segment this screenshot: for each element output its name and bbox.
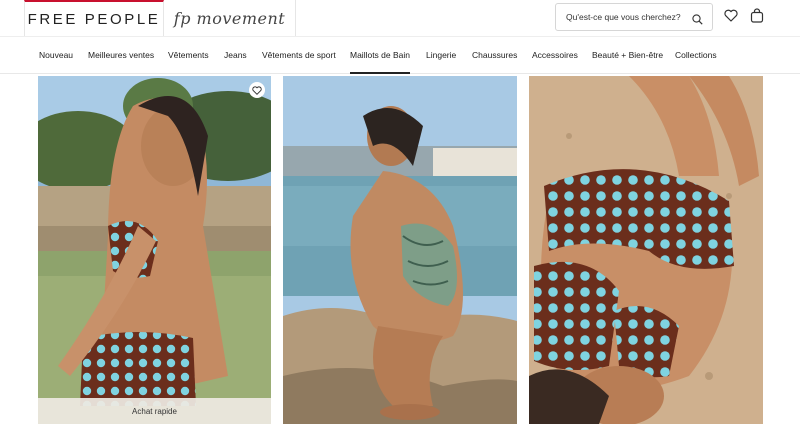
sub-brand-logo[interactable]: fp movement <box>174 9 285 28</box>
nav-item-beaute-bien-etre[interactable]: Beauté + Bien-être <box>592 37 663 74</box>
nav-item-chaussures[interactable]: Chaussures <box>472 37 517 74</box>
search-box[interactable] <box>555 3 713 31</box>
product-card[interactable]: Achat rapide <box>38 76 271 424</box>
wishlist-button[interactable] <box>249 82 265 98</box>
nav-item-vetements-de-sport[interactable]: Vêtements de sport <box>262 37 336 74</box>
search-icon[interactable] <box>692 12 703 30</box>
product-card[interactable] <box>283 76 517 424</box>
shopping-bag-icon[interactable] <box>750 8 764 28</box>
sub-brand-tab[interactable]: fp movement <box>164 0 296 36</box>
nav-item-nouveau[interactable]: Nouveau <box>39 37 73 74</box>
product-image[interactable] <box>529 76 763 424</box>
search-input[interactable] <box>566 12 686 22</box>
nav-item-maillots-de-bain[interactable]: Maillots de Bain <box>350 37 411 74</box>
brand-tab[interactable]: FREE PEOPLE <box>24 0 164 36</box>
heart-icon[interactable] <box>252 85 262 95</box>
main-navigation: Nouveau Meilleures ventes Vêtements Jean… <box>0 36 800 74</box>
nav-item-jeans[interactable]: Jeans <box>224 37 247 74</box>
heart-icon[interactable] <box>724 9 738 27</box>
nav-item-accessoires[interactable]: Accessoires <box>532 37 578 74</box>
nav-item-meilleures-ventes[interactable]: Meilleures ventes <box>88 37 154 74</box>
quick-add-button[interactable]: Achat rapide <box>38 398 271 424</box>
top-bar: FREE PEOPLE fp movement <box>0 0 800 36</box>
nav-item-vetements[interactable]: Vêtements <box>168 37 209 74</box>
product-image[interactable] <box>38 76 271 424</box>
product-image[interactable] <box>283 76 517 424</box>
nav-item-collections[interactable]: Collections <box>675 37 717 74</box>
product-card[interactable] <box>529 76 763 424</box>
nav-item-lingerie[interactable]: Lingerie <box>426 37 456 74</box>
brand-logo[interactable]: FREE PEOPLE <box>28 11 161 28</box>
